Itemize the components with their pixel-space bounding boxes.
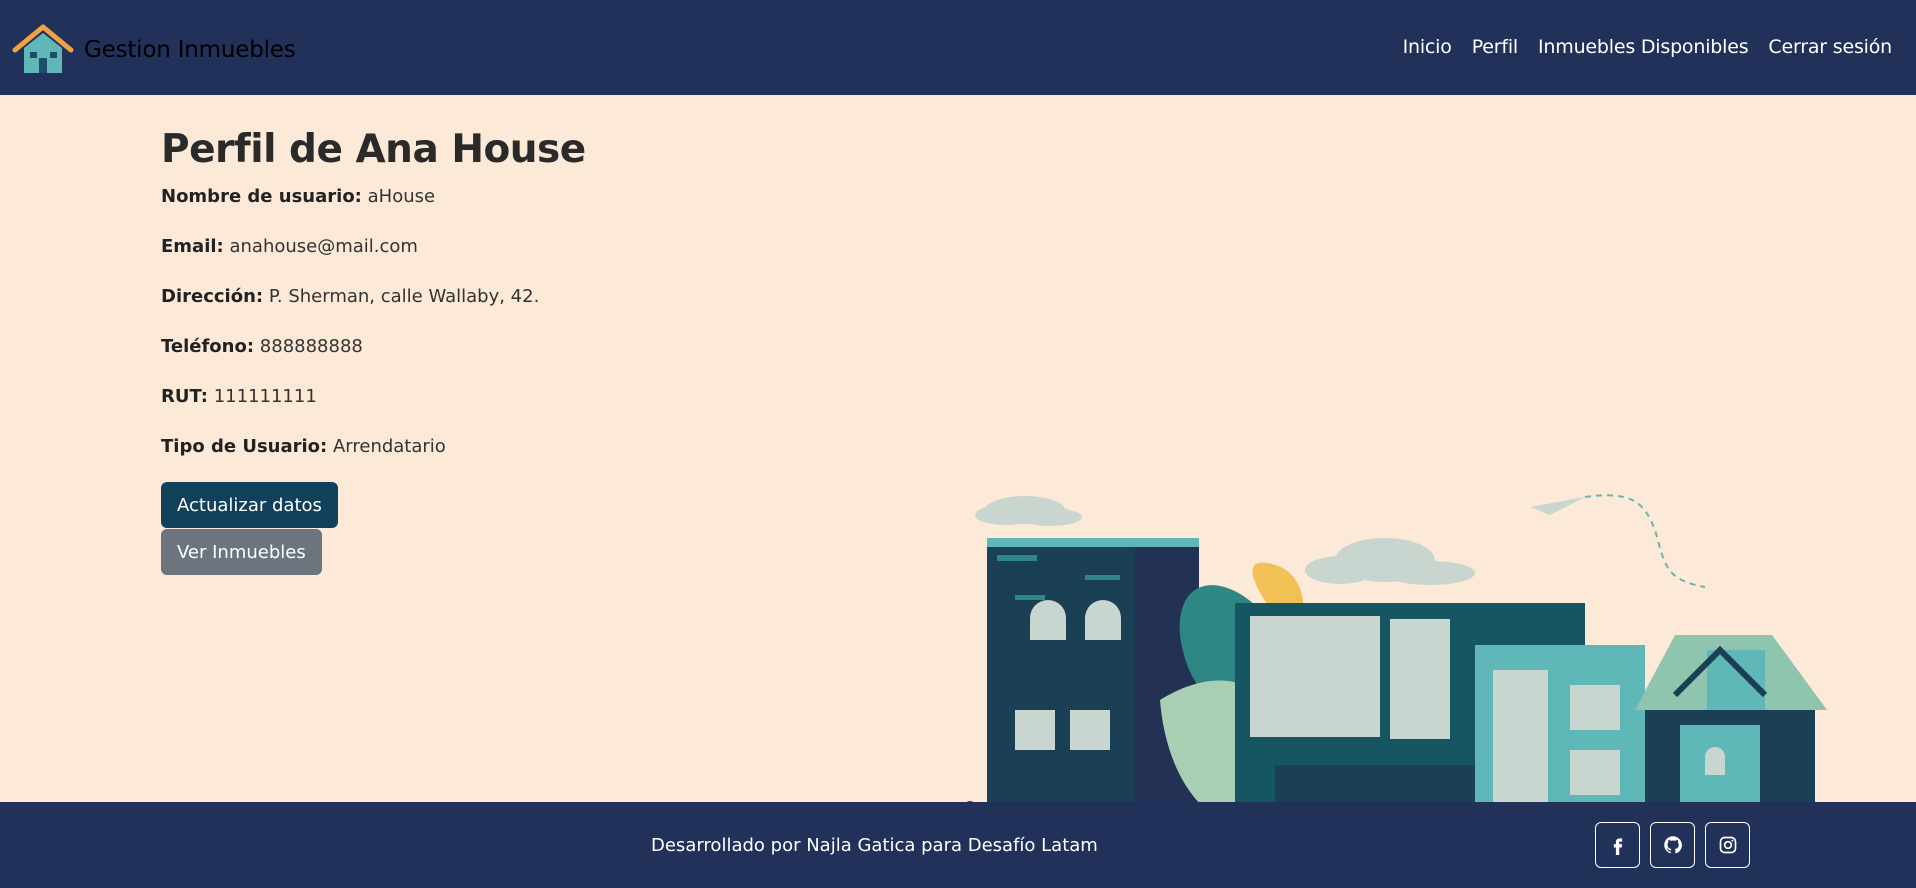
user-type-row: Tipo de Usuario: Arrendatario [161, 436, 861, 486]
username-value: aHouse [367, 186, 436, 207]
username-row: Nombre de usuario: aHouse [161, 186, 861, 236]
profile-section: Perfil de Ana House Nombre de usuario: a… [161, 127, 861, 575]
instagram-button[interactable] [1705, 822, 1750, 868]
social-links [1595, 822, 1750, 868]
nav-link-cerrar-sesion[interactable]: Cerrar sesión [1768, 36, 1892, 58]
username-label: Nombre de usuario: [161, 186, 362, 207]
navbar: Gestion Inmuebles Inicio Perfil Inmueble… [0, 0, 1916, 95]
rut-row: RUT: 111111111 [161, 386, 861, 436]
cloud-left-icon [975, 496, 1082, 526]
nav-link-perfil[interactable]: Perfil [1472, 36, 1519, 58]
user-type-label: Tipo de Usuario: [161, 436, 328, 457]
main-content: Perfil de Ana House Nombre de usuario: a… [0, 95, 1916, 888]
facebook-button[interactable] [1595, 822, 1640, 868]
github-icon [1663, 836, 1682, 854]
footer: Desarrollado por Najla Gatica para Desaf… [0, 802, 1916, 888]
page-title: Perfil de Ana House [161, 127, 586, 172]
footer-credit: Desarrollado por Najla Gatica para Desaf… [651, 835, 1098, 856]
email-label: Email: [161, 236, 224, 257]
view-properties-button[interactable]: Ver Inmuebles [161, 529, 322, 575]
brand[interactable]: Gestion Inmuebles [12, 24, 296, 76]
email-row: Email: anahouse@mail.com [161, 236, 861, 286]
github-button[interactable] [1650, 822, 1695, 868]
cloud-right-icon [1305, 538, 1475, 585]
phone-value: 888888888 [259, 336, 363, 357]
paper-plane-icon [1530, 494, 1706, 588]
house-logo-icon [12, 24, 74, 73]
address-value: P. Sherman, calle Wallaby, 42. [268, 286, 540, 307]
email-value: anahouse@mail.com [229, 236, 418, 257]
address-label: Dirección: [161, 286, 264, 307]
nav-link-inmuebles-disponibles[interactable]: Inmuebles Disponibles [1538, 36, 1749, 58]
brand-name: Gestion Inmuebles [84, 37, 296, 63]
instagram-icon [1719, 836, 1736, 854]
nav-link-inicio[interactable]: Inicio [1403, 36, 1452, 58]
user-type-value: Arrendatario [332, 436, 446, 457]
update-data-button[interactable]: Actualizar datos [161, 482, 338, 528]
rut-value: 111111111 [213, 386, 317, 407]
rut-label: RUT: [161, 386, 208, 407]
phone-row: Teléfono: 888888888 [161, 336, 861, 386]
facebook-icon [1613, 838, 1622, 855]
phone-label: Teléfono: [161, 336, 255, 357]
address-row: Dirección: P. Sherman, calle Wallaby, 42… [161, 286, 861, 336]
nav-links: Inicio Perfil Inmuebles Disponibles Cerr… [1403, 36, 1893, 58]
